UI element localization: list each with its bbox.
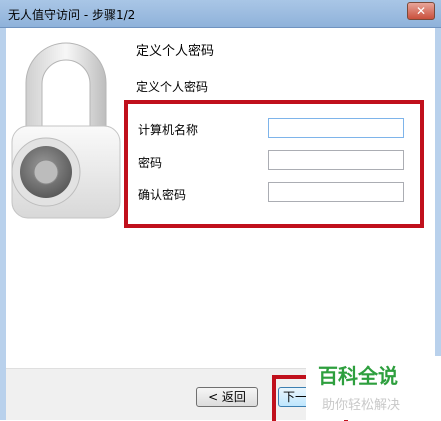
close-button[interactable]: ✕ — [407, 2, 435, 20]
password-label: 密码 — [138, 156, 163, 170]
title-bar: 无人值守访问 - 步骤1/2 ✕ — [0, 0, 441, 28]
watermark-tagline: 助你轻松解决 — [322, 398, 401, 413]
page-heading: 定义个人密码 — [136, 44, 215, 59]
back-button[interactable]: < 返回 — [196, 387, 258, 407]
confirm-password-label: 确认密码 — [138, 188, 187, 202]
confirm-password-field[interactable] — [268, 182, 404, 202]
password-field[interactable] — [268, 150, 404, 170]
padlock-icon — [11, 42, 121, 219]
wizard-content: 定义个人密码 定义个人密码 计算机名称 密码 确认密码 — [6, 28, 435, 368]
watermark-brand: 百科全说 — [318, 364, 398, 388]
window-title: 无人值守访问 - 步骤1/2 — [8, 8, 136, 22]
computer-name-field[interactable] — [268, 118, 404, 138]
watermark: 百科全说 助你轻松解决 — [306, 356, 441, 420]
page-subheading: 定义个人密码 — [136, 80, 209, 94]
computer-name-label: 计算机名称 — [138, 123, 199, 137]
